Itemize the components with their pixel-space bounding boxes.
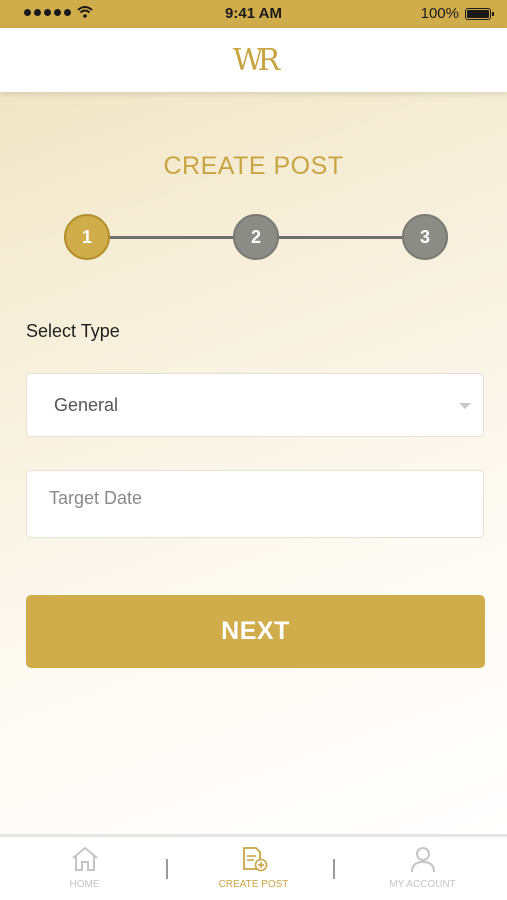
next-button[interactable]: NEXT: [26, 595, 485, 668]
select-type-dropdown[interactable]: General: [26, 373, 484, 437]
tab-create-post-label: CREATE POST: [218, 879, 289, 890]
target-date-input[interactable]: Target Date: [26, 470, 484, 538]
target-date-placeholder: Target Date: [49, 488, 143, 508]
create-post-icon: [242, 847, 267, 872]
account-icon: [410, 847, 435, 873]
app-logo: WR: [232, 42, 281, 78]
tab-home-label: HOME: [69, 879, 100, 890]
select-type-value: General: [54, 395, 119, 415]
page-title: CREATE POST: [163, 152, 344, 180]
home-icon: [71, 846, 98, 871]
step-2: 2: [233, 214, 279, 260]
app-header: WR: [0, 28, 507, 92]
tab-divider: [333, 859, 335, 879]
battery-status: 100%: [420, 5, 494, 22]
next-button-label: NEXT: [221, 617, 290, 645]
create-post-content: CREATE POST 1 2 3 Select Type General Ta…: [0, 92, 507, 834]
tab-my-account-label: MY ACCOUNT: [389, 879, 456, 890]
tab-my-account[interactable]: MY ACCOUNT: [338, 837, 507, 900]
bottom-tab-bar: HOME CREATE POST MY ACCOUNT: [0, 834, 507, 900]
tab-home[interactable]: HOME: [0, 837, 169, 900]
battery-icon: [465, 7, 494, 20]
chevron-down-icon: [459, 403, 471, 409]
battery-percent: 100%: [420, 5, 459, 22]
progress-stepper: 1 2 3: [64, 214, 448, 260]
logo-text: WR: [232, 42, 281, 78]
tab-divider: [166, 859, 168, 879]
select-type-label: Select Type: [26, 321, 120, 341]
step-1: 1: [64, 214, 110, 260]
tab-create-post[interactable]: CREATE POST: [169, 837, 338, 900]
status-bar: 9:41 AM 100%: [0, 0, 507, 28]
step-3: 3: [402, 214, 448, 260]
